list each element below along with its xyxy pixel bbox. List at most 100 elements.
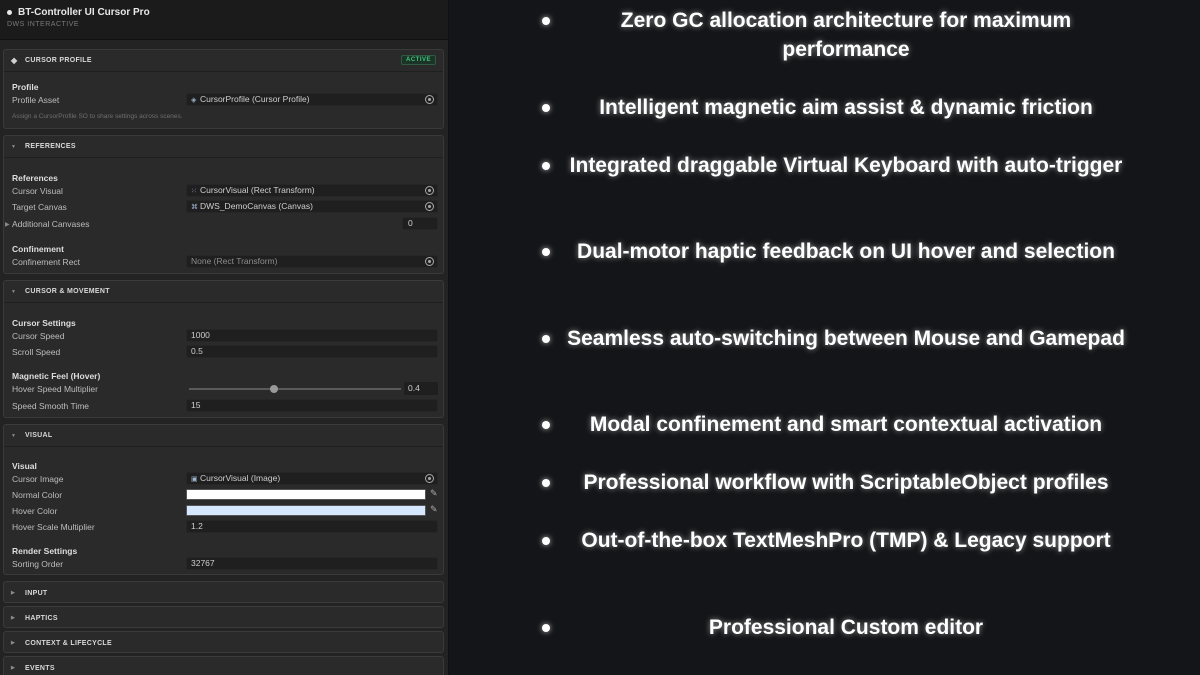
scriptable-object-icon: ◈ xyxy=(191,97,197,104)
bullet-icon xyxy=(542,162,550,170)
triangle-down-icon: ▼ xyxy=(11,288,17,295)
section-cursor-movement: ▼ CURSOR & MOVEMENT Cursor Settings Curs… xyxy=(3,280,444,418)
section-header-cursor-movement[interactable]: ▼ CURSOR & MOVEMENT xyxy=(4,281,443,303)
feature-text: Intelligent magnetic aim assist & dynami… xyxy=(599,96,1093,119)
section-title: CURSOR PROFILE xyxy=(25,57,92,64)
section-header-cursor-profile[interactable]: ◆ CURSOR PROFILE ACTIVE xyxy=(4,50,443,72)
triangle-right-icon: ▶ xyxy=(11,615,16,621)
confinement-rect-field[interactable]: None (Rect Transform) xyxy=(186,255,438,268)
profile-asset-label: Profile Asset xyxy=(12,95,60,105)
bullet-icon xyxy=(542,335,550,343)
profile-asset-field[interactable]: ◈ CursorProfile (Cursor Profile) xyxy=(186,93,438,106)
bullet-icon xyxy=(542,537,550,545)
diamond-icon: ◆ xyxy=(11,56,18,65)
feature-text: Out-of-the-box TextMeshPro (TMP) & Legac… xyxy=(581,529,1111,552)
window-title: BT-Controller UI Cursor Pro xyxy=(18,7,150,18)
rect-transform-icon: ⁙ xyxy=(191,188,197,195)
feature-text: Professional Custom editor xyxy=(708,616,984,639)
inspector-panel: BT-Controller UI Cursor Pro DWS INTERACT… xyxy=(0,0,449,675)
hover-color-swatch[interactable] xyxy=(186,505,426,516)
section-input: ▶ INPUT xyxy=(3,581,444,603)
section-header-haptics[interactable]: ▶ HAPTICS xyxy=(4,607,443,629)
hover-scale-field[interactable]: 1.2 xyxy=(186,520,438,533)
feature-text: Integrated draggable Virtual Keyboard wi… xyxy=(569,154,1123,177)
group-title-magnetic-feel: Magnetic Feel (Hover) xyxy=(12,371,101,381)
target-canvas-field[interactable]: ⌘ DWS_DemoCanvas (Canvas) xyxy=(186,200,438,213)
object-picker-icon[interactable] xyxy=(425,257,434,266)
cursor-image-label: Cursor Image xyxy=(12,474,64,484)
image-icon: ▣ xyxy=(191,476,198,483)
group-title-render-settings: Render Settings xyxy=(12,546,78,556)
normal-color-swatch[interactable] xyxy=(186,489,426,500)
section-title: INPUT xyxy=(25,589,48,597)
section-cursor-profile: ◆ CURSOR PROFILE ACTIVE Profile Profile … xyxy=(3,49,444,129)
bullet-icon xyxy=(542,421,550,429)
triangle-right-icon: ▶ xyxy=(11,590,16,596)
cursor-visual-value: CursorVisual (Rect Transform) xyxy=(200,185,315,195)
triangle-down-icon: ▼ xyxy=(11,432,17,439)
section-title: VISUAL xyxy=(25,432,53,439)
object-picker-icon[interactable] xyxy=(425,202,434,211)
group-title-cursor-settings: Cursor Settings xyxy=(12,318,76,328)
sorting-order-label: Sorting Order xyxy=(12,559,64,569)
status-dot-icon xyxy=(7,10,12,15)
section-header-events[interactable]: ▶ EVENTS xyxy=(4,657,443,675)
status-badge: ACTIVE xyxy=(400,55,436,65)
confinement-rect-value: None (Rect Transform) xyxy=(191,256,278,266)
hover-color-label: Hover Color xyxy=(12,506,58,516)
additional-canvases-count[interactable]: 0 xyxy=(402,217,438,230)
section-title: HAPTICS xyxy=(25,614,58,622)
feature-text: Zero GC allocation architecture for maxi… xyxy=(620,9,1072,61)
object-picker-icon[interactable] xyxy=(425,474,434,483)
group-title-profile: Profile xyxy=(12,82,39,92)
section-header-visual[interactable]: ▼ VISUAL xyxy=(4,425,443,447)
scroll-speed-field[interactable]: 0.5 xyxy=(186,345,438,358)
cursor-visual-field[interactable]: ⁙ CursorVisual (Rect Transform) xyxy=(186,184,438,197)
cursor-speed-label: Cursor Speed xyxy=(12,331,65,341)
hover-speed-slider-track[interactable] xyxy=(189,388,401,390)
hover-scale-label: Hover Scale Multiplier xyxy=(12,522,95,532)
section-title: CURSOR & MOVEMENT xyxy=(25,288,110,295)
smooth-time-label: Speed Smooth Time xyxy=(12,401,90,411)
section-header-input[interactable]: ▶ INPUT xyxy=(4,582,443,604)
feature-text: Professional workflow with ScriptableObj… xyxy=(583,471,1109,494)
target-canvas-value: DWS_DemoCanvas (Canvas) xyxy=(200,201,313,211)
group-title-confinement: Confinement xyxy=(12,244,64,254)
feature-text: Seamless auto-switching between Mouse an… xyxy=(567,327,1125,350)
group-title-references: References xyxy=(12,173,58,183)
window-subtitle: DWS INTERACTIVE xyxy=(7,21,80,28)
triangle-down-icon: ▼ xyxy=(11,143,17,150)
bullet-icon xyxy=(542,104,550,112)
target-canvas-label: Target Canvas xyxy=(12,202,67,212)
section-title: REFERENCES xyxy=(25,143,76,150)
scroll-speed-label: Scroll Speed xyxy=(12,347,61,357)
profile-asset-value: CursorProfile (Cursor Profile) xyxy=(200,94,310,104)
section-title: EVENTS xyxy=(25,664,55,672)
cursor-image-field[interactable]: ▣ CursorVisual (Image) xyxy=(186,472,438,485)
section-events: ▶ EVENTS xyxy=(3,656,444,675)
triangle-right-icon: ▶ xyxy=(11,640,16,646)
hover-speed-value[interactable]: 0.4 xyxy=(404,382,438,395)
confinement-rect-label: Confinement Rect xyxy=(12,257,81,267)
section-references: ▼ REFERENCES References Cursor Visual ⁙ C… xyxy=(3,135,444,274)
bullet-icon xyxy=(542,479,550,487)
foldout-arrow-icon[interactable]: ▶ xyxy=(5,221,10,228)
feature-text: Modal confinement and smart contextual a… xyxy=(589,413,1103,436)
window-header: BT-Controller UI Cursor Pro DWS INTERACT… xyxy=(0,0,448,40)
cursor-speed-field[interactable]: 1000 xyxy=(186,329,438,342)
additional-canvases-label[interactable]: Additional Canvases xyxy=(12,219,90,229)
bullet-icon xyxy=(542,248,550,256)
cursor-image-value: CursorVisual (Image) xyxy=(200,473,281,483)
section-context-lifecycle: ▶ CONTEXT & LIFECYCLE xyxy=(3,631,444,653)
bullet-icon xyxy=(542,17,550,25)
object-picker-icon[interactable] xyxy=(425,186,434,195)
smooth-time-field[interactable]: 15 xyxy=(186,399,438,412)
sorting-order-field[interactable]: 32767 xyxy=(186,557,438,570)
section-header-context-lifecycle[interactable]: ▶ CONTEXT & LIFECYCLE xyxy=(4,632,443,654)
eyedropper-icon[interactable]: ✎ xyxy=(430,504,438,515)
eyedropper-icon[interactable]: ✎ xyxy=(430,488,438,499)
section-header-references[interactable]: ▼ REFERENCES xyxy=(4,136,443,158)
object-picker-icon[interactable] xyxy=(425,95,434,104)
group-title-visual: Visual xyxy=(12,461,37,471)
hover-speed-slider-handle[interactable] xyxy=(269,385,278,393)
